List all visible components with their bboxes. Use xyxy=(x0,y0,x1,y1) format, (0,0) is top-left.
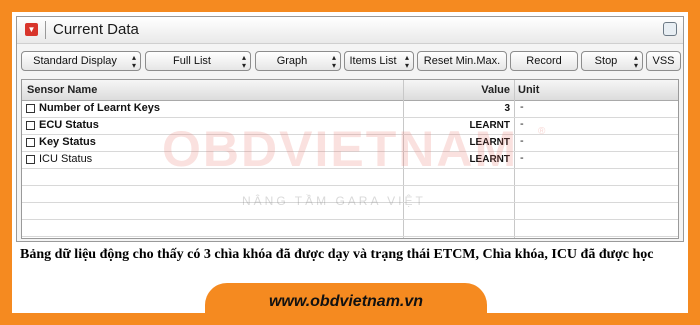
updown-arrow-icon: ▴ ▾ xyxy=(241,53,246,70)
title-bar: Current Data xyxy=(17,17,683,44)
current-data-window: Current Data Standard Display ▴▾ Full Li… xyxy=(16,16,684,242)
record-button[interactable]: Record xyxy=(510,51,578,71)
standard-display-label: Standard Display xyxy=(33,55,117,67)
sensor-value: LEARNT xyxy=(469,137,510,148)
menu-dropdown-icon[interactable] xyxy=(25,23,38,36)
full-list-label: Full List xyxy=(173,55,211,67)
sensor-unit: - xyxy=(520,152,524,164)
table-row[interactable]: Key Status LEARNT - xyxy=(22,135,678,152)
empty-row xyxy=(22,186,678,203)
sensor-name: Number of Learnt Keys xyxy=(39,102,161,114)
row-checkbox[interactable] xyxy=(26,155,35,164)
sensor-unit: - xyxy=(520,118,524,130)
reset-min-max-button[interactable]: Reset Min.Max. xyxy=(417,51,507,71)
sensor-name: Key Status xyxy=(39,136,96,148)
graph-label: Graph xyxy=(276,55,308,67)
column-header-sensor-name[interactable]: Sensor Name xyxy=(27,84,97,96)
graph-select[interactable]: Graph ▴ ▾ xyxy=(255,51,341,71)
sensor-value: LEARNT xyxy=(469,154,510,165)
empty-row xyxy=(22,203,678,220)
table-row[interactable]: Number of Learnt Keys 3 - xyxy=(22,101,678,118)
updown-arrow-icon: ▴ ▾ xyxy=(331,53,336,70)
sensor-data-table: Sensor Name Value Unit Number of Learnt … xyxy=(21,79,679,239)
record-label: Record xyxy=(526,55,562,67)
row-checkbox[interactable] xyxy=(26,104,35,113)
website-footer: www.obdvietnam.vn xyxy=(205,283,487,325)
column-header-unit[interactable]: Unit xyxy=(518,84,539,96)
sensor-name: ECU Status xyxy=(39,119,99,131)
stop-select[interactable]: Stop ▴ ▾ xyxy=(581,51,643,71)
column-header-value[interactable]: Value xyxy=(402,84,510,96)
image-caption: Bảng dữ liệu động cho thấy có 3 chìa khó… xyxy=(20,247,654,262)
sensor-unit: - xyxy=(520,101,524,113)
updown-arrow-icon: ▴ ▾ xyxy=(633,53,638,70)
row-checkbox[interactable] xyxy=(26,121,35,130)
vss-label: VSS xyxy=(652,55,675,67)
reset-min-max-label: Reset Min.Max. xyxy=(423,55,501,67)
full-list-select[interactable]: Full List ▴ ▾ xyxy=(145,51,251,71)
updown-arrow-icon: ▴ ▾ xyxy=(131,53,136,70)
vss-button[interactable]: VSS xyxy=(646,51,681,71)
toolbar: Standard Display ▴ ▾ Full List ▴ ▾ Graph ▴… xyxy=(21,51,681,73)
restore-window-icon[interactable] xyxy=(663,22,677,36)
table-header: Sensor Name Value Unit xyxy=(22,80,678,101)
row-checkbox[interactable] xyxy=(26,138,35,147)
items-list-label: Items List xyxy=(349,55,397,67)
stop-label: Stop xyxy=(594,55,618,67)
updown-arrow-icon: ▴ ▾ xyxy=(404,53,409,70)
standard-display-select[interactable]: Standard Display ▴ ▾ xyxy=(21,51,141,71)
window-title: Current Data xyxy=(53,21,139,38)
empty-row xyxy=(22,220,678,237)
sensor-value: LEARNT xyxy=(469,120,510,131)
title-separator xyxy=(45,21,46,39)
website-url[interactable]: www.obdvietnam.vn xyxy=(269,293,423,310)
table-row[interactable]: ECU Status LEARNT - xyxy=(22,118,678,135)
sensor-value: 3 xyxy=(504,103,510,114)
sensor-unit: - xyxy=(520,135,524,147)
items-list-select[interactable]: Items List ▴ ▾ xyxy=(344,51,414,71)
content-area: Current Data Standard Display ▴▾ Full Li… xyxy=(12,12,688,313)
empty-row xyxy=(22,169,678,186)
table-row[interactable]: ICU Status LEARNT - xyxy=(22,152,678,169)
sensor-name: ICU Status xyxy=(39,153,93,165)
